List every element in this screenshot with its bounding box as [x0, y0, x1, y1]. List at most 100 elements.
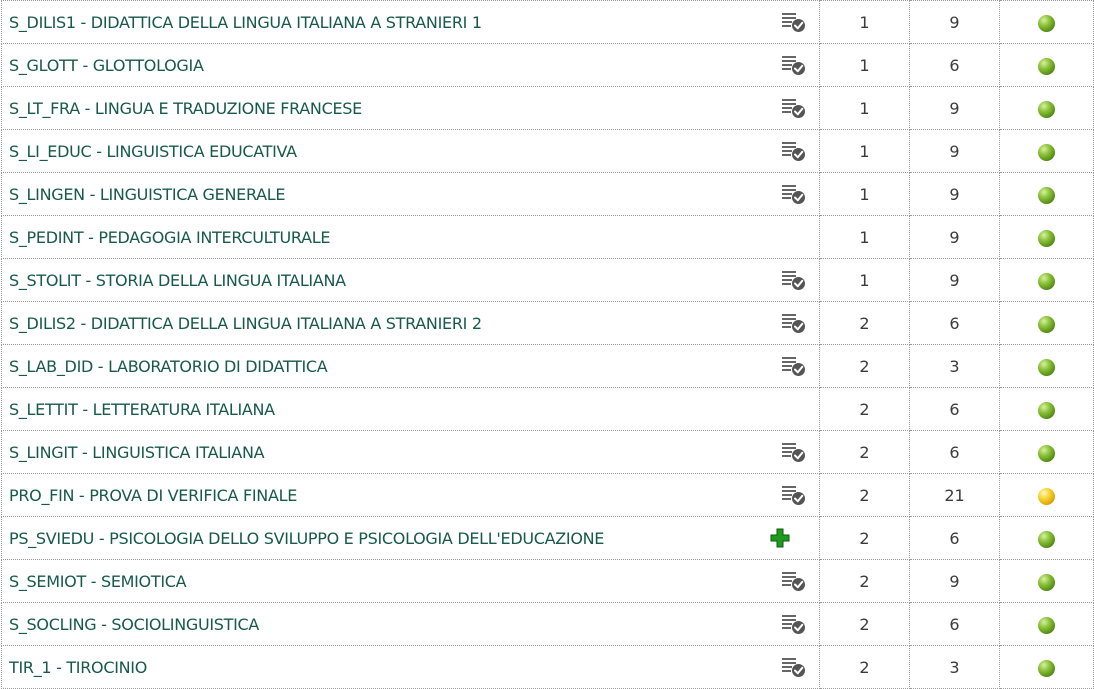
course-link[interactable]: S_DILIS2 - DIDATTICA DELLA LINGUA ITALIA…	[9, 314, 482, 333]
course-link[interactable]: PRO_FIN - PROVA DI VERIFICA FINALE	[9, 486, 297, 505]
year-cell: 1	[819, 129, 910, 173]
list-check-icon[interactable]	[781, 53, 807, 77]
table-row: S_GLOTT - GLOTTOLOGIA 16	[1, 43, 1094, 87]
status-green-icon	[1038, 272, 1055, 290]
cfu-cell: 9	[909, 559, 1000, 603]
year-cell: 2	[819, 516, 910, 560]
course-link[interactable]: S_SEMIOT - SEMIOTICA	[9, 572, 187, 591]
list-check-icon[interactable]	[781, 440, 807, 464]
status-cell	[999, 301, 1094, 345]
list-check-icon[interactable]	[781, 612, 807, 636]
course-name-cell: S_SOCLING - SOCIOLINGUISTICA	[1, 602, 820, 646]
list-check-icon[interactable]	[781, 655, 807, 679]
status-green-icon	[1038, 659, 1055, 677]
list-check-icon[interactable]	[781, 182, 807, 206]
status-cell	[999, 43, 1094, 87]
list-check-icon[interactable]	[781, 96, 807, 120]
course-name-cell: PS_SVIEDU - PSICOLOGIA DELLO SVILUPPO E …	[1, 516, 820, 560]
year-cell: 1	[819, 43, 910, 87]
course-link[interactable]: S_DILIS1 - DIDATTICA DELLA LINGUA ITALIA…	[9, 13, 482, 32]
cfu-cell: 9	[909, 0, 1000, 44]
year-cell: 1	[819, 215, 910, 259]
course-link[interactable]: S_SOCLING - SOCIOLINGUISTICA	[9, 615, 259, 634]
list-check-icon[interactable]	[781, 268, 807, 292]
cfu-cell: 3	[909, 645, 1000, 689]
course-name-cell: S_LT_FRA - LINGUA E TRADUZIONE FRANCESE	[1, 86, 820, 130]
cfu-cell: 3	[909, 344, 1000, 388]
year-cell: 2	[819, 602, 910, 646]
status-green-icon	[1038, 401, 1055, 419]
course-link[interactable]: TIR_1 - TIROCINIO	[9, 658, 147, 677]
year-cell: 2	[819, 387, 910, 431]
list-check-icon[interactable]	[781, 569, 807, 593]
course-link[interactable]: S_LAB_DID - LABORATORIO DI DIDATTICA	[9, 357, 328, 376]
course-link[interactable]: S_STOLIT - STORIA DELLA LINGUA ITALIANA	[9, 271, 346, 290]
cfu-cell: 9	[909, 172, 1000, 216]
status-cell	[999, 172, 1094, 216]
list-check-icon[interactable]	[781, 139, 807, 163]
status-cell	[999, 215, 1094, 259]
cfu-cell: 6	[909, 516, 1000, 560]
list-check-icon[interactable]	[781, 311, 807, 335]
cfu-cell: 6	[909, 430, 1000, 474]
course-name-cell: PRO_FIN - PROVA DI VERIFICA FINALE	[1, 473, 820, 517]
cfu-cell: 6	[909, 387, 1000, 431]
cfu-cell: 9	[909, 258, 1000, 302]
year-cell: 1	[819, 172, 910, 216]
cfu-cell: 6	[909, 301, 1000, 345]
cfu-cell: 6	[909, 43, 1000, 87]
course-name-cell: S_SEMIOT - SEMIOTICA	[1, 559, 820, 603]
status-green-icon	[1038, 143, 1055, 161]
list-check-icon[interactable]	[781, 354, 807, 378]
course-name-cell: S_STOLIT - STORIA DELLA LINGUA ITALIANA	[1, 258, 820, 302]
course-link[interactable]: S_GLOTT - GLOTTOLOGIA	[9, 56, 204, 75]
year-cell: 2	[819, 559, 910, 603]
table-row: S_SOCLING - SOCIOLINGUISTICA 26	[1, 602, 1094, 646]
table-row: S_LINGEN - LINGUISTICA GENERALE 19	[1, 172, 1094, 216]
table-row: S_LAB_DID - LABORATORIO DI DIDATTICA 23	[1, 344, 1094, 388]
table-row: S_STOLIT - STORIA DELLA LINGUA ITALIANA …	[1, 258, 1094, 302]
status-cell	[999, 516, 1094, 560]
table-row: PRO_FIN - PROVA DI VERIFICA FINALE 2 21	[1, 473, 1094, 517]
year-cell: 2	[819, 301, 910, 345]
status-green-icon	[1038, 229, 1055, 247]
year-cell: 2	[819, 430, 910, 474]
table-row: S_DILIS2 - DIDATTICA DELLA LINGUA ITALIA…	[1, 301, 1094, 345]
course-name-cell: S_LETTIT - LETTERATURA ITALIANA	[1, 387, 820, 431]
course-link[interactable]: PS_SVIEDU - PSICOLOGIA DELLO SVILUPPO E …	[9, 529, 604, 548]
course-link[interactable]: S_LT_FRA - LINGUA E TRADUZIONE FRANCESE	[9, 99, 362, 118]
year-cell: 2	[819, 344, 910, 388]
course-link[interactable]: S_LI_EDUC - LINGUISTICA EDUCATIVA	[9, 142, 297, 161]
status-cell	[999, 645, 1094, 689]
course-link[interactable]: S_LINGEN - LINGUISTICA GENERALE	[9, 185, 285, 204]
table-row: S_SEMIOT - SEMIOTICA 29	[1, 559, 1094, 603]
table-row: PS_SVIEDU - PSICOLOGIA DELLO SVILUPPO E …	[1, 516, 1094, 560]
course-link[interactable]: S_LETTIT - LETTERATURA ITALIANA	[9, 400, 275, 419]
list-check-icon[interactable]	[781, 10, 807, 34]
year-cell: 2	[819, 473, 910, 517]
course-link[interactable]: S_PEDINT - PEDAGOGIA INTERCULTURALE	[9, 228, 330, 247]
course-name-cell: S_LINGIT - LINGUISTICA ITALIANA	[1, 430, 820, 474]
status-cell	[999, 559, 1094, 603]
cfu-cell: 9	[909, 86, 1000, 130]
status-cell	[999, 0, 1094, 44]
status-green-icon	[1038, 573, 1055, 591]
year-cell: 2	[819, 645, 910, 689]
status-green-icon	[1038, 616, 1055, 634]
status-green-icon	[1038, 315, 1055, 333]
status-yellow-icon	[1038, 487, 1055, 505]
plus-icon[interactable]	[769, 526, 795, 550]
table-row: S_LETTIT - LETTERATURA ITALIANA 2 6	[1, 387, 1094, 431]
table-row: S_LINGIT - LINGUISTICA ITALIANA 26	[1, 430, 1094, 474]
course-link[interactable]: S_LINGIT - LINGUISTICA ITALIANA	[9, 443, 265, 462]
status-cell	[999, 129, 1094, 173]
year-cell: 1	[819, 258, 910, 302]
course-name-cell: TIR_1 - TIROCINIO	[1, 645, 820, 689]
status-cell	[999, 387, 1094, 431]
cfu-cell: 21	[909, 473, 1000, 517]
status-green-icon	[1038, 358, 1055, 376]
list-check-icon[interactable]	[781, 483, 807, 507]
status-cell	[999, 473, 1094, 517]
cfu-cell: 9	[909, 129, 1000, 173]
course-name-cell: S_DILIS1 - DIDATTICA DELLA LINGUA ITALIA…	[1, 0, 820, 44]
